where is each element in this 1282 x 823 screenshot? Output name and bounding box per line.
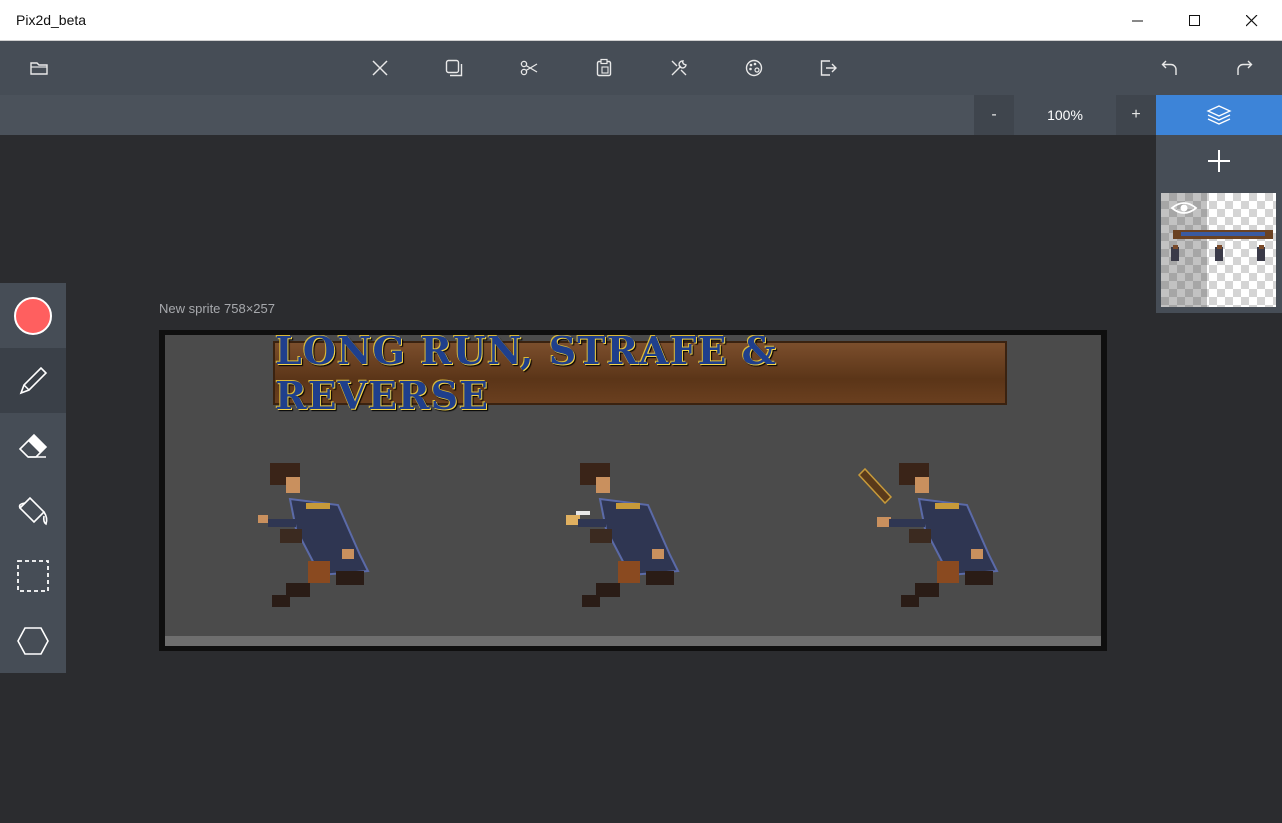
- paste-icon: [596, 58, 612, 77]
- minimize-button[interactable]: [1109, 0, 1167, 41]
- export-button[interactable]: [815, 55, 841, 81]
- character-sprite-2: [566, 463, 680, 607]
- maximize-button[interactable]: [1166, 0, 1224, 41]
- eye-icon[interactable]: [1170, 198, 1198, 218]
- layers-toggle-button[interactable]: [1156, 95, 1282, 135]
- close-icon: [372, 60, 388, 76]
- cut-icon: [520, 60, 538, 76]
- duplicate-button[interactable]: [441, 55, 467, 81]
- sprite-label: New sprite 758×257: [159, 301, 275, 316]
- pencil-tool[interactable]: [0, 348, 66, 413]
- layers-icon: [1206, 105, 1232, 125]
- redo-button[interactable]: [1231, 55, 1257, 81]
- sprite-floor: [165, 636, 1101, 646]
- zoom-out-button[interactable]: -: [974, 95, 1014, 135]
- paste-button[interactable]: [591, 55, 617, 81]
- minimize-icon: [1132, 20, 1143, 21]
- clear-button[interactable]: [367, 55, 393, 81]
- undo-button[interactable]: [1157, 55, 1183, 81]
- export-icon: [820, 60, 837, 76]
- layers-panel: [1156, 135, 1282, 313]
- zoom-level: 100%: [1014, 95, 1116, 135]
- add-layer-button[interactable]: [1156, 135, 1282, 187]
- dashed-rectangle-icon: [17, 559, 49, 592]
- fill-tool[interactable]: [0, 478, 66, 543]
- fill-bucket-icon: [18, 496, 48, 525]
- close-window-button[interactable]: [1223, 0, 1281, 41]
- title-bar: Pix2d_beta: [0, 0, 1282, 41]
- redo-icon: [1237, 60, 1253, 75]
- duplicate-icon: [445, 59, 463, 77]
- sprite-image[interactable]: LONG RUN, STRAFE & REVERSE: [165, 335, 1101, 646]
- close-window-icon: [1246, 14, 1258, 26]
- zoom-in-button[interactable]: +: [1116, 95, 1156, 135]
- tools-button[interactable]: [666, 55, 692, 81]
- sprite-banner: LONG RUN, STRAFE & REVERSE: [273, 335, 1007, 418]
- polygon-tool[interactable]: [0, 608, 66, 673]
- palette-button[interactable]: [741, 55, 767, 81]
- layer-thumbnail[interactable]: [1161, 193, 1276, 307]
- palette-icon: [745, 59, 763, 77]
- undo-icon: [1161, 60, 1177, 75]
- eraser-icon: [18, 433, 48, 458]
- maximize-icon: [1189, 14, 1200, 26]
- character-sprite-3: [857, 463, 999, 607]
- color-picker-button[interactable]: [0, 283, 66, 348]
- folder-icon: [30, 62, 48, 75]
- tools-icon: [671, 60, 687, 76]
- window-title: Pix2d_beta: [16, 12, 87, 28]
- drawing-canvas[interactable]: LONG RUN, STRAFE & REVERSE: [159, 330, 1107, 651]
- banner-text: LONG RUN, STRAFE & REVERSE: [275, 335, 777, 418]
- main-toolbar: [0, 41, 1282, 95]
- cut-button[interactable]: [516, 55, 542, 81]
- zoom-control: - 100% +: [974, 95, 1156, 135]
- hexagon-icon: [17, 626, 49, 655]
- tools-panel: [0, 283, 66, 673]
- rectangle-select-tool[interactable]: [0, 543, 66, 608]
- eraser-tool[interactable]: [0, 413, 66, 478]
- current-color-swatch[interactable]: [14, 296, 52, 335]
- open-file-button[interactable]: [26, 55, 52, 81]
- pencil-icon: [19, 366, 48, 394]
- plus-icon: [1208, 150, 1230, 172]
- character-sprite-1: [258, 463, 370, 607]
